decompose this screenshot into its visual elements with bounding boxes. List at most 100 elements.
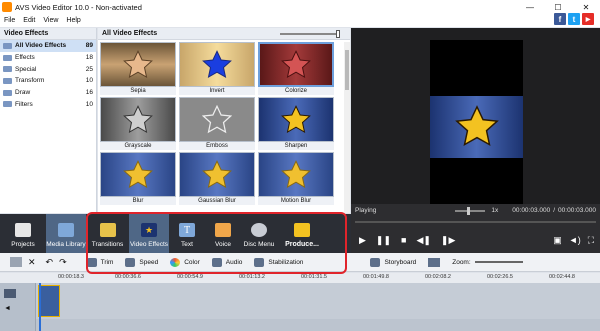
effects-scrollbar[interactable] — [344, 42, 350, 213]
effect-label: Gaussian Blur — [179, 197, 255, 205]
video-effects-button[interactable]: ★ Video Effects — [129, 214, 169, 253]
effect-label: Blur — [100, 197, 176, 205]
projects-button[interactable]: Projects — [0, 214, 46, 253]
effects-grid-panel: All Video Effects Sepia Invert Colorize … — [98, 28, 350, 213]
playback-status-bar: Playing 1x 00:00:03.000 / 00:00:03.000 — [351, 204, 600, 217]
button-label: Disc Menu — [243, 241, 275, 248]
ruler-tick: 00:00:18.3 — [58, 274, 84, 280]
effect-label: Sharpen — [258, 142, 334, 150]
star-icon — [281, 104, 311, 133]
effect-grayscale[interactable]: Grayscale — [100, 97, 176, 150]
category-count: 10 — [85, 100, 93, 108]
snapshot-icon[interactable]: ▣ — [553, 235, 562, 246]
effect-blur[interactable]: Blur — [100, 152, 176, 205]
minimize-button[interactable]: — — [516, 0, 544, 14]
star-icon — [454, 105, 499, 147]
effect-gaussian-blur[interactable]: Gaussian Blur — [179, 152, 255, 205]
undo-icon[interactable]: ↶ — [46, 257, 54, 268]
category-item-filters[interactable]: Filters 10 — [0, 98, 96, 110]
media-library-button[interactable]: Media Library — [46, 214, 86, 253]
twitter-icon[interactable]: t — [568, 13, 580, 25]
trim-button[interactable]: Trim — [86, 257, 113, 267]
category-item-effects[interactable]: Effects 18 — [0, 52, 96, 64]
disc-menu-button[interactable]: Disc Menu — [241, 214, 277, 253]
zoom-label: Zoom: — [452, 258, 471, 266]
video-clip[interactable] — [38, 285, 60, 317]
thumbnail-size-slider[interactable] — [280, 29, 340, 38]
transition-icon — [99, 223, 116, 237]
folder-icon — [3, 89, 12, 96]
storyboard-button[interactable]: Storyboard — [370, 257, 417, 267]
tool-label: Audio — [225, 258, 243, 266]
effects-category-panel: Video Effects All Video Effects 89 Effec… — [0, 28, 97, 213]
category-item-transform[interactable]: Transform 10 — [0, 75, 96, 87]
pause-icon[interactable]: ❚❚ — [376, 235, 391, 246]
ruler-tick: 00:00:36.6 — [115, 274, 141, 280]
fullscreen-icon[interactable]: ⛶ — [588, 235, 594, 246]
effects-thumbnails: Sepia Invert Colorize Grayscale Emboss S… — [100, 42, 342, 205]
tool-label: Storyboard — [384, 258, 417, 266]
play-icon[interactable]: ▶ — [359, 235, 366, 246]
speed-button[interactable]: Speed — [125, 257, 159, 267]
tool-label: Color — [184, 258, 200, 266]
audio-button[interactable]: Audio — [211, 257, 243, 267]
playhead[interactable] — [39, 283, 41, 331]
facebook-icon[interactable]: f — [554, 13, 566, 25]
effects-panel-header: All Video Effects — [98, 28, 350, 40]
zoom-slider[interactable] — [474, 261, 523, 263]
menu-view[interactable]: View — [39, 17, 62, 24]
track-header: ◄ — [0, 283, 36, 331]
seek-bar[interactable] — [351, 217, 600, 227]
category-item-all[interactable]: All Video Effects 89 — [0, 40, 96, 52]
timeline-tracks: ◄ — [0, 283, 600, 331]
effect-invert[interactable]: Invert — [179, 42, 255, 95]
color-button[interactable]: Color — [170, 257, 200, 267]
delete-icon[interactable]: ✕ — [28, 257, 36, 268]
next-frame-icon[interactable]: ❚▶ — [441, 235, 455, 246]
effect-sepia[interactable]: Sepia — [100, 42, 176, 95]
menu-file[interactable]: File — [0, 17, 19, 24]
folder-icon — [3, 77, 12, 84]
button-label: Produce... — [285, 241, 319, 248]
effect-motion-blur[interactable]: Motion Blur — [258, 152, 334, 205]
grid-icon[interactable] — [10, 257, 22, 267]
menu-edit[interactable]: Edit — [19, 17, 39, 24]
volume-icon[interactable]: ◄) — [569, 235, 581, 246]
effect-label: Motion Blur — [258, 197, 334, 205]
stabilization-button[interactable]: Stabilization — [254, 257, 303, 267]
redo-icon[interactable]: ↷ — [59, 257, 67, 268]
speed-slider[interactable] — [455, 206, 486, 215]
transitions-button[interactable]: Transitions — [86, 214, 129, 253]
tool-label: Speed — [139, 258, 159, 266]
star-icon — [281, 159, 311, 188]
category-count: 89 — [85, 42, 93, 50]
menu-help[interactable]: Help — [62, 17, 84, 24]
youtube-icon[interactable]: ▶ — [582, 13, 594, 25]
star-icon — [123, 104, 153, 133]
category-item-special[interactable]: Special 25 — [0, 63, 96, 75]
voice-button[interactable]: Voice — [205, 214, 241, 253]
effect-label: Sepia — [100, 87, 176, 95]
speed-icon — [125, 257, 136, 267]
effect-colorize[interactable]: Colorize — [258, 42, 334, 95]
preview-image — [430, 96, 523, 158]
color-wheel-icon — [170, 257, 181, 267]
stop-icon[interactable]: ■ — [401, 235, 406, 245]
button-label: Text — [181, 241, 193, 248]
view-options-icon[interactable] — [428, 257, 441, 267]
previous-frame-icon[interactable]: ◀❚ — [416, 235, 430, 246]
folder-icon — [3, 101, 12, 108]
produce-button[interactable]: Produce... — [277, 214, 327, 253]
category-label: Transform — [15, 77, 45, 85]
star-icon — [123, 159, 153, 188]
effect-emboss[interactable]: Emboss — [179, 97, 255, 150]
text-button[interactable]: T Text — [169, 214, 205, 253]
social-links: f t ▶ — [554, 13, 594, 25]
star-icon — [202, 49, 232, 78]
effect-sharpen[interactable]: Sharpen — [258, 97, 334, 150]
maximize-button[interactable]: ☐ — [544, 0, 572, 14]
playback-speed: 1x — [491, 207, 499, 214]
category-item-draw[interactable]: Draw 16 — [0, 87, 96, 99]
effect-label: Emboss — [179, 142, 255, 150]
close-button[interactable]: ✕ — [572, 0, 600, 14]
